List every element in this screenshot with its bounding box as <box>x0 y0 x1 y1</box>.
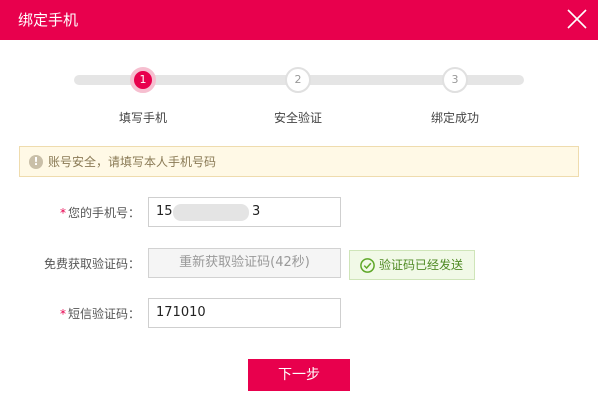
code-sent-text: 验证码已经发送 <box>379 258 464 272</box>
step-3-number: 3 <box>451 73 459 86</box>
sms-request-label: 免费获取验证码： <box>43 257 140 271</box>
step-2-label: 安全验证 <box>273 111 322 125</box>
step-3-label: 绑定成功 <box>430 111 479 125</box>
step-2-number: 2 <box>294 73 302 86</box>
check-circle-icon <box>360 258 375 273</box>
phone-mask <box>173 204 249 221</box>
notice-text: 账号安全，请填写本人手机号码 <box>48 155 217 169</box>
security-notice: ! 账号安全，请填写本人手机号码 <box>19 146 579 177</box>
sms-code-input[interactable]: 171010 <box>148 298 341 328</box>
resend-code-button[interactable]: 重新获取验证码(42秒) <box>148 248 341 278</box>
required-mark: * <box>59 206 66 220</box>
next-step-button[interactable]: 下一步 <box>248 359 350 391</box>
sms-code-label-text: 短信验证码： <box>67 307 140 321</box>
phone-value-prefix: 15 <box>156 204 173 219</box>
code-sent-badge: 验证码已经发送 <box>349 250 475 280</box>
step-2-indicator: 2 <box>285 67 311 93</box>
step-1-indicator: 1 <box>130 67 156 93</box>
dialog-title: 绑定手机 <box>18 11 79 29</box>
required-mark: * <box>59 307 66 321</box>
step-1-number: 1 <box>139 73 147 86</box>
phone-value-suffix: 3 <box>252 204 261 219</box>
close-icon[interactable] <box>566 8 588 30</box>
step-1-label: 填写手机 <box>118 111 167 125</box>
phone-input[interactable]: 15 3 <box>148 197 341 227</box>
exclamation-circle-icon: ! <box>29 155 43 169</box>
phone-label-text: 您的手机号： <box>67 206 140 220</box>
sms-code-value: 171010 <box>156 305 206 320</box>
step-3-indicator: 3 <box>442 67 468 93</box>
dialog-header: 绑定手机 <box>0 0 598 40</box>
phone-label: * 您的手机号： <box>0 206 140 220</box>
sms-code-label: * 短信验证码： <box>0 307 140 321</box>
